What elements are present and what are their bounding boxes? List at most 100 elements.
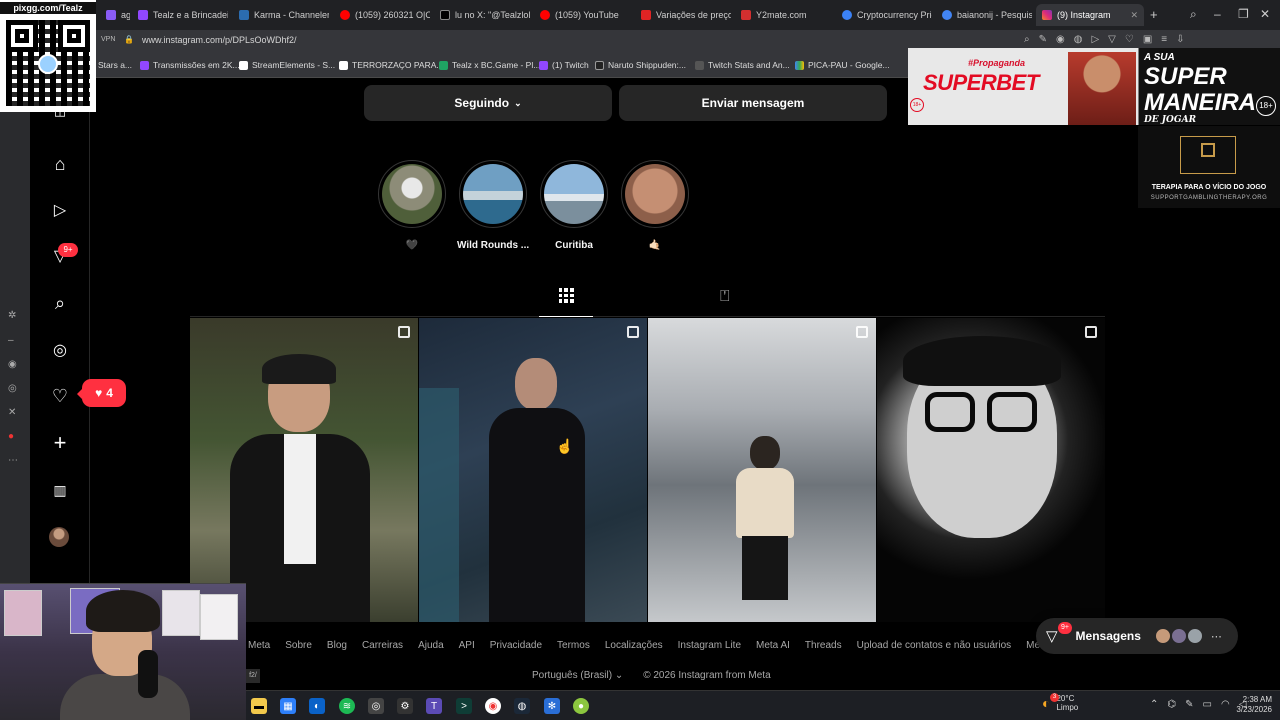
play-icon[interactable]: ▷ (1091, 34, 1099, 45)
footer-link[interactable]: Threads (805, 640, 842, 651)
post-thumbnail[interactable] (877, 318, 1105, 622)
footer-link[interactable]: Meta AI (756, 640, 790, 651)
browser-tab[interactable]: Tealz e a Brincadeira (132, 4, 228, 26)
browser-tab[interactable]: Karma - Channeler (233, 4, 329, 26)
restore-icon[interactable]: ❐ (1238, 7, 1249, 21)
story-highlight[interactable]: 🖤 (376, 160, 448, 251)
following-button[interactable]: Seguindo ⌄ (364, 85, 612, 121)
bookmark-item[interactable]: Twitch Stats and An... (695, 60, 790, 70)
weather-widget[interactable]: ◐ 3 20°C Limpo (1042, 693, 1078, 713)
edge-icon[interactable]: ◐ (309, 698, 325, 714)
tab-tagged[interactable]: ⍞ (720, 288, 730, 306)
teams-icon[interactable]: T (426, 698, 442, 714)
dashboard-icon[interactable]: ▥ (49, 479, 71, 501)
send-message-button[interactable]: Enviar mensagem (619, 85, 887, 121)
camera-icon[interactable]: ◉ (1056, 34, 1065, 45)
zoom-icon[interactable]: ⌕ (1024, 34, 1030, 45)
close-tab-icon[interactable]: ✕ (1130, 10, 1138, 21)
bookmark-item[interactable]: Transmissões em 2K... (140, 60, 240, 70)
heart-icon[interactable]: ♡ (1125, 34, 1134, 45)
chrome-icon[interactable]: ◉ (485, 698, 501, 714)
footer-link[interactable]: Carreiras (362, 640, 403, 651)
new-tab-icon[interactable]: + (1150, 7, 1158, 22)
browser-tab[interactable]: Cryptocurrency Price (836, 4, 932, 26)
more-icon[interactable]: ⋯ (1211, 630, 1222, 643)
cube-icon[interactable]: ▣ (1143, 34, 1152, 45)
app-icon[interactable]: ⚙ (397, 698, 413, 714)
post-thumbnail[interactable] (648, 318, 876, 622)
steam-icon[interactable]: ◍ (514, 698, 530, 714)
shield-icon[interactable]: ◍ (1074, 34, 1083, 45)
messenger-icon[interactable]: ◉ (8, 359, 17, 370)
story-highlight[interactable]: 🤙🏻 (619, 160, 691, 251)
footer-link[interactable]: Upload de contatos e não usuários (857, 640, 1012, 651)
close-window-icon[interactable]: ✕ (1260, 7, 1270, 21)
footer-link[interactable]: Privacidade (490, 640, 542, 651)
story-highlight[interactable]: Curitiba (538, 160, 610, 251)
vpn-badge[interactable]: VPN (101, 36, 115, 43)
browser-tab[interactable]: Variações de preços (635, 4, 731, 26)
display-icon[interactable]: ▭ (1203, 699, 1212, 710)
reels-icon[interactable]: ▷ (49, 199, 71, 221)
browser-tab[interactable]: agic of (100, 4, 130, 26)
whatsapp-icon[interactable]: ◎ (8, 383, 17, 394)
browser-tab[interactable]: (1059) 260321 O|O| (334, 4, 430, 26)
messages-bar[interactable]: ▽ 9+ Mensagens ⋯ (1036, 618, 1238, 654)
pen-icon[interactable]: ✎ (1185, 699, 1193, 710)
footer-link[interactable]: Blog (327, 640, 347, 651)
obs-icon[interactable]: ◎ (368, 698, 384, 714)
browser-tab[interactable]: Y2mate.com (735, 4, 831, 26)
bookmark-item[interactable]: TERRORZAÇO PARA... (339, 60, 443, 70)
network-icon[interactable]: ⌬ (1167, 699, 1176, 710)
bookmark-item[interactable]: Naruto Shippuden:... (595, 60, 686, 70)
bookmark-item[interactable]: Tealz x BC.Game - Pl... (439, 60, 540, 70)
create-icon[interactable]: + (49, 430, 71, 455)
browser-tab[interactable]: baianonij - Pesquisa (936, 4, 1032, 26)
search-icon[interactable]: ⌕ (49, 292, 71, 314)
chat-app-icon[interactable]: ● (573, 698, 589, 714)
post-thumbnail[interactable] (190, 318, 418, 622)
file-explorer-icon[interactable]: ▬ (251, 698, 267, 714)
more-icon[interactable]: ⋯ (8, 455, 18, 466)
edit-icon[interactable]: ✎ (1039, 34, 1047, 45)
footer-link[interactable]: Sobre (285, 640, 312, 651)
story-highlight[interactable]: Wild Rounds ... (457, 160, 529, 251)
footer-link[interactable]: Meta (248, 640, 270, 651)
language-selector[interactable]: Português (Brasil) ⌄ (532, 670, 623, 681)
chevron-up-icon[interactable]: ⌃ (1150, 699, 1158, 710)
record-icon[interactable]: ● (8, 431, 14, 442)
browser-tab[interactable]: lu no X: "@Tealzlol (434, 4, 530, 26)
lock-icon[interactable]: 🔒 (124, 35, 134, 44)
footer-link[interactable]: Instagram Lite (678, 640, 741, 651)
tab-posts[interactable] (539, 286, 593, 317)
footer-link[interactable]: Localizações (605, 640, 663, 651)
profile-avatar[interactable] (49, 527, 69, 547)
search-tabs-icon[interactable]: ⌕ (1190, 7, 1197, 22)
terminal-icon[interactable]: > (456, 698, 472, 714)
post-thumbnail[interactable] (419, 318, 647, 622)
store-icon[interactable]: ▦ (280, 698, 296, 714)
sparkle-icon[interactable]: ✲ (8, 310, 16, 321)
bookmark-item[interactable]: PICA-PAU - Google... (795, 60, 890, 70)
notifications-heart-icon[interactable]: ♡ (49, 385, 71, 407)
browser-tab-active[interactable]: (9) Instagram ✕ (1036, 4, 1144, 26)
flow-icon[interactable]: ▽ (1108, 34, 1116, 45)
bookmark-item[interactable]: (1) Twitch (539, 60, 589, 70)
x-icon[interactable]: ✕ (8, 407, 16, 418)
explore-icon[interactable]: ◎ (49, 339, 71, 361)
bookmark-item[interactable]: Stars a... (98, 60, 132, 70)
footer-link[interactable]: API (459, 640, 475, 651)
download-icon[interactable]: ⇩ (1176, 34, 1184, 45)
minimize-icon[interactable]: – (1214, 7, 1221, 21)
home-icon[interactable]: ⌂ (49, 153, 71, 175)
footer-link[interactable]: Termos (557, 640, 590, 651)
spotify-icon[interactable]: ≋ (339, 698, 355, 714)
clock[interactable]: 2:38 AM 3/23/2026 (1228, 695, 1272, 715)
bookmark-item[interactable]: StreamElements - S... (239, 60, 335, 70)
browser-tab[interactable]: (1059) YouTube (534, 4, 630, 26)
network-app-icon[interactable]: ✻ (544, 698, 560, 714)
notification-popup[interactable]: ♥ 4 (77, 379, 126, 407)
menu-icon[interactable]: ≡ (1161, 34, 1167, 45)
footer-link[interactable]: Ajuda (418, 640, 444, 651)
url-field[interactable]: www.instagram.com/p/DPLsOoWDhf2/ (142, 35, 297, 45)
